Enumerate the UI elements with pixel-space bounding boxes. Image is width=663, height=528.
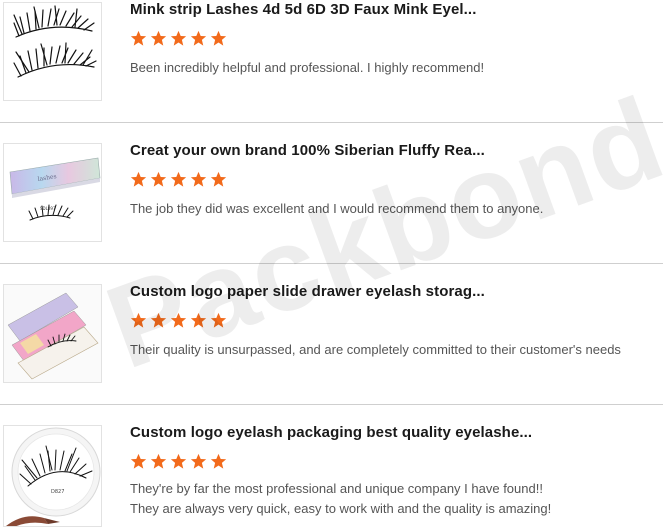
divider	[0, 263, 663, 264]
product-title[interactable]: Mink strip Lashes 4d 5d 6D 3D Faux Mink …	[130, 1, 650, 18]
star-icon	[210, 312, 227, 328]
star-icon	[190, 171, 207, 187]
star-icon	[210, 30, 227, 46]
divider	[0, 122, 663, 123]
lash-code: SDL897	[40, 206, 56, 211]
star-icon	[150, 30, 167, 46]
star-icon	[130, 30, 147, 46]
product-thumbnail[interactable]	[3, 284, 102, 383]
product-title[interactable]: Custom logo paper slide drawer eyelash s…	[130, 283, 650, 300]
review-comment: They're by far the most professional and…	[130, 479, 660, 519]
divider	[0, 404, 663, 405]
product-thumbnail[interactable]: D827	[3, 425, 102, 527]
review-list: Mink strip Lashes 4d 5d 6D 3D Faux Mink …	[0, 0, 663, 528]
eyelash-image	[4, 3, 101, 100]
star-rating	[130, 312, 227, 332]
lash-box-image: lashes SDL897	[4, 144, 101, 241]
review-item: lashes SDL897 Creat your own brand 100% …	[0, 141, 663, 259]
star-icon	[150, 312, 167, 328]
star-icon	[130, 312, 147, 328]
product-title[interactable]: Creat your own brand 100% Siberian Fluff…	[130, 142, 650, 159]
product-title[interactable]: Custom logo eyelash packaging best quali…	[130, 424, 650, 441]
review-item: Mink strip Lashes 4d 5d 6D 3D Faux Mink …	[0, 0, 663, 108]
lash-code: D827	[51, 489, 64, 495]
review-comment: Been incredibly helpful and professional…	[130, 60, 485, 75]
star-icon	[210, 453, 227, 469]
star-icon	[150, 171, 167, 187]
star-icon	[170, 171, 187, 187]
round-lash-case-image: D827	[4, 426, 101, 526]
review-item: D827 Custom logo eyelash packaging best …	[0, 423, 663, 528]
star-icon	[130, 453, 147, 469]
star-icon	[170, 30, 187, 46]
star-icon	[150, 453, 167, 469]
review-item: Custom logo paper slide drawer eyelash s…	[0, 282, 663, 400]
star-icon	[190, 30, 207, 46]
review-comment: Their quality is unsurpassed, and are co…	[130, 342, 621, 357]
review-comment-line: They are always very quick, easy to work…	[130, 501, 552, 516]
star-rating	[130, 453, 227, 473]
product-thumbnail[interactable]	[3, 2, 102, 101]
star-rating	[130, 171, 227, 191]
star-icon	[210, 171, 227, 187]
star-rating	[130, 30, 227, 50]
star-icon	[130, 171, 147, 187]
review-comment-line: They're by far the most professional and…	[130, 481, 543, 496]
drawer-box-image	[4, 285, 101, 382]
star-icon	[170, 453, 187, 469]
product-thumbnail[interactable]: lashes SDL897	[3, 143, 102, 242]
review-comment: The job they did was excellent and I wou…	[130, 201, 544, 216]
star-icon	[190, 312, 207, 328]
star-icon	[170, 312, 187, 328]
star-icon	[190, 453, 207, 469]
